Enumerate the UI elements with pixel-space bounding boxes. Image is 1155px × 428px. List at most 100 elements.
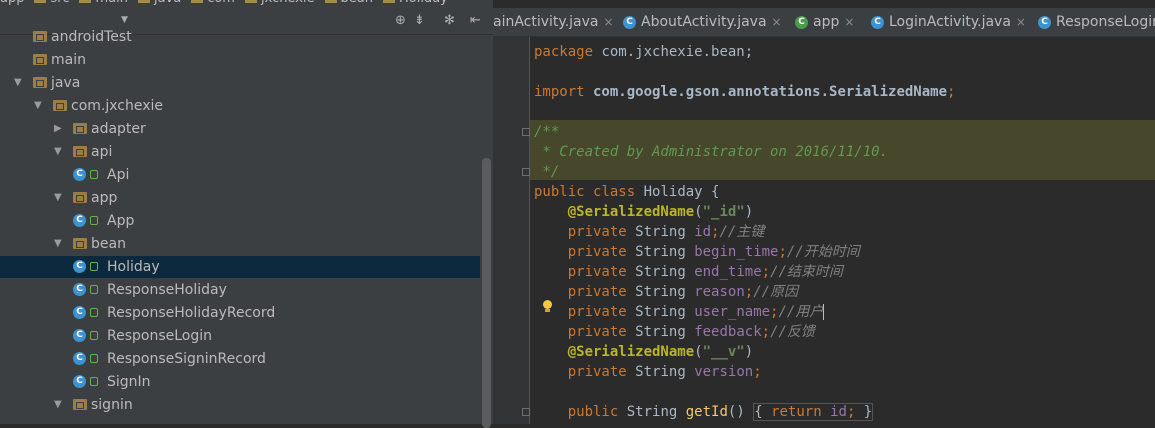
tree-folder-item[interactable]: main [0, 49, 480, 71]
code-editor[interactable]: package com.jxchexie.bean; import com.go… [493, 37, 1155, 424]
breadcrumb-item[interactable]: jxchexie [261, 0, 315, 6]
tree-item-label: ResponseHolidayRecord [107, 305, 276, 321]
tree-folder-item[interactable]: ▼ bean [0, 233, 480, 255]
lock-icon [90, 216, 98, 225]
code-line: * Created by Administrator on 2016/11/10… [534, 144, 889, 160]
close-icon[interactable]: × [1016, 15, 1026, 29]
chevron-down-icon[interactable]: ▼ [121, 15, 128, 25]
tree-item-label: api [91, 144, 113, 160]
lock-icon [90, 170, 98, 179]
fold-marker-icon[interactable] [522, 128, 530, 136]
tree-folder-item[interactable]: ▼ java [0, 72, 480, 94]
tree-class-item[interactable]: C ResponseHoliday [0, 279, 480, 301]
tree-item-label: androidTest [51, 29, 132, 45]
code-line: package com.jxchexie.bean; [534, 44, 754, 60]
tree-item-label: main [51, 52, 86, 68]
tab-aboutactivity[interactable]: C AboutActivity.java × [623, 8, 782, 36]
expand-arrow-icon[interactable]: ▶ [54, 118, 62, 140]
breadcrumb-item[interactable]: main [95, 0, 127, 6]
tree-folder-item[interactable]: ▼ api [0, 141, 480, 163]
collapse-arrow-icon[interactable]: ▼ [54, 394, 62, 416]
tree-class-item[interactable]: C ResponseHolidayRecord [0, 302, 480, 324]
collapse-arrow-icon[interactable]: ▼ [34, 95, 42, 117]
tree-item-label: signin [91, 397, 133, 413]
fold-marker-icon[interactable] [522, 408, 530, 416]
code-line: private String begin_time;//开始时间 [567, 244, 860, 260]
tab-mainactivity[interactable]: ainActivity.java × [493, 8, 614, 36]
folder-icon [73, 238, 87, 249]
tree-class-item[interactable]: C App [0, 210, 480, 232]
folder-icon [324, 0, 337, 3]
tree-item-label: App [107, 213, 135, 229]
folder-icon [73, 399, 87, 410]
breadcrumb-item[interactable]: com [207, 0, 235, 6]
tree-folder-item[interactable]: androidTest [0, 26, 480, 48]
class-icon: C [73, 306, 86, 319]
folder-icon [33, 77, 47, 88]
code-line: private String user_name;//用户 [567, 304, 825, 320]
tree-folder-item[interactable]: ▼ app [0, 187, 480, 209]
tree-folder-item[interactable]: ▶ adapter [0, 118, 480, 140]
close-icon[interactable]: × [844, 15, 854, 29]
lock-icon [90, 262, 98, 271]
tree-class-item[interactable]: C Holiday [0, 256, 480, 278]
collapse-arrow-icon[interactable]: ▼ [14, 72, 22, 94]
breadcrumb-item[interactable]: src [50, 0, 69, 6]
class-icon: C [73, 214, 86, 227]
lock-icon [90, 285, 98, 294]
close-icon[interactable]: × [772, 15, 782, 29]
tree-class-item[interactable]: C Api [0, 164, 480, 186]
tree-class-item[interactable]: C ResponseSigninRecord [0, 348, 480, 370]
tree-item-label: SignIn [107, 374, 151, 390]
folder-icon [53, 100, 67, 111]
class-icon: C [73, 260, 86, 273]
lock-icon [90, 354, 98, 363]
tree-item-label: adapter [91, 121, 146, 137]
code-line: private String id;//主键 [567, 224, 765, 240]
class-icon: C [871, 15, 884, 29]
collapse-arrow-icon[interactable]: ▼ [54, 187, 62, 209]
tab-label: AboutActivity.java [641, 14, 767, 30]
tab-loginactivity[interactable]: C LoginActivity.java × [871, 8, 1026, 36]
folder-icon [382, 0, 395, 3]
collapse-arrow-icon[interactable]: ▼ [54, 233, 62, 255]
class-icon: C [73, 168, 86, 181]
code-line: import com.google.gson.annotations.Seria… [534, 84, 956, 100]
editor-tabs: ainActivity.java × C AboutActivity.java × C… [493, 8, 1155, 37]
class-icon: C [623, 15, 636, 29]
tree-class-item[interactable]: C ResponseLogin [0, 325, 480, 347]
breadcrumb-item[interactable]: bean [341, 0, 373, 6]
code-line: @SerializedName("__v") [567, 344, 754, 360]
tree-folder-item[interactable]: ▼ signin [0, 394, 480, 416]
collapse-arrow-icon[interactable]: ▼ [54, 141, 62, 163]
tree-item-label: java [51, 75, 81, 91]
project-scrollbar[interactable] [482, 158, 491, 428]
lock-icon [90, 308, 98, 317]
lock-icon [90, 331, 98, 340]
code-line: public class Holiday { [534, 184, 720, 200]
code-line: /** [534, 124, 560, 140]
fold-marker-icon[interactable] [522, 168, 530, 176]
tab-app[interactable]: Capp × [795, 8, 854, 36]
tree-item-label: com.jxchexie [71, 98, 164, 114]
text-caret [823, 304, 825, 320]
code-line: private String end_time;//结束时间 [567, 264, 843, 280]
code-line: private String reason;//原因 [567, 284, 799, 300]
tree-item-label: ResponseHoliday [107, 282, 227, 298]
tree-class-item[interactable]: C SignIn [0, 371, 480, 393]
tree-item-label: Holiday [107, 259, 160, 275]
tab-responselogin[interactable]: C ResponseLogin [1038, 8, 1155, 36]
folder-icon [33, 31, 47, 42]
code-line: private String version; [567, 364, 762, 380]
breadcrumb-item[interactable]: java [154, 0, 181, 6]
breadcrumb-item[interactable]: app [0, 0, 24, 6]
folder-icon [73, 192, 87, 203]
tab-label: LoginActivity.java [889, 14, 1011, 30]
class-icon: C [73, 329, 86, 342]
breadcrumb-item[interactable]: Holiday [399, 0, 448, 6]
close-icon[interactable]: × [604, 15, 614, 29]
folder-icon [137, 0, 150, 3]
folder-icon [34, 0, 47, 3]
tree-folder-item[interactable]: ▼ com.jxchexie [0, 95, 480, 117]
code-line: @SerializedName("_id") [567, 204, 754, 220]
